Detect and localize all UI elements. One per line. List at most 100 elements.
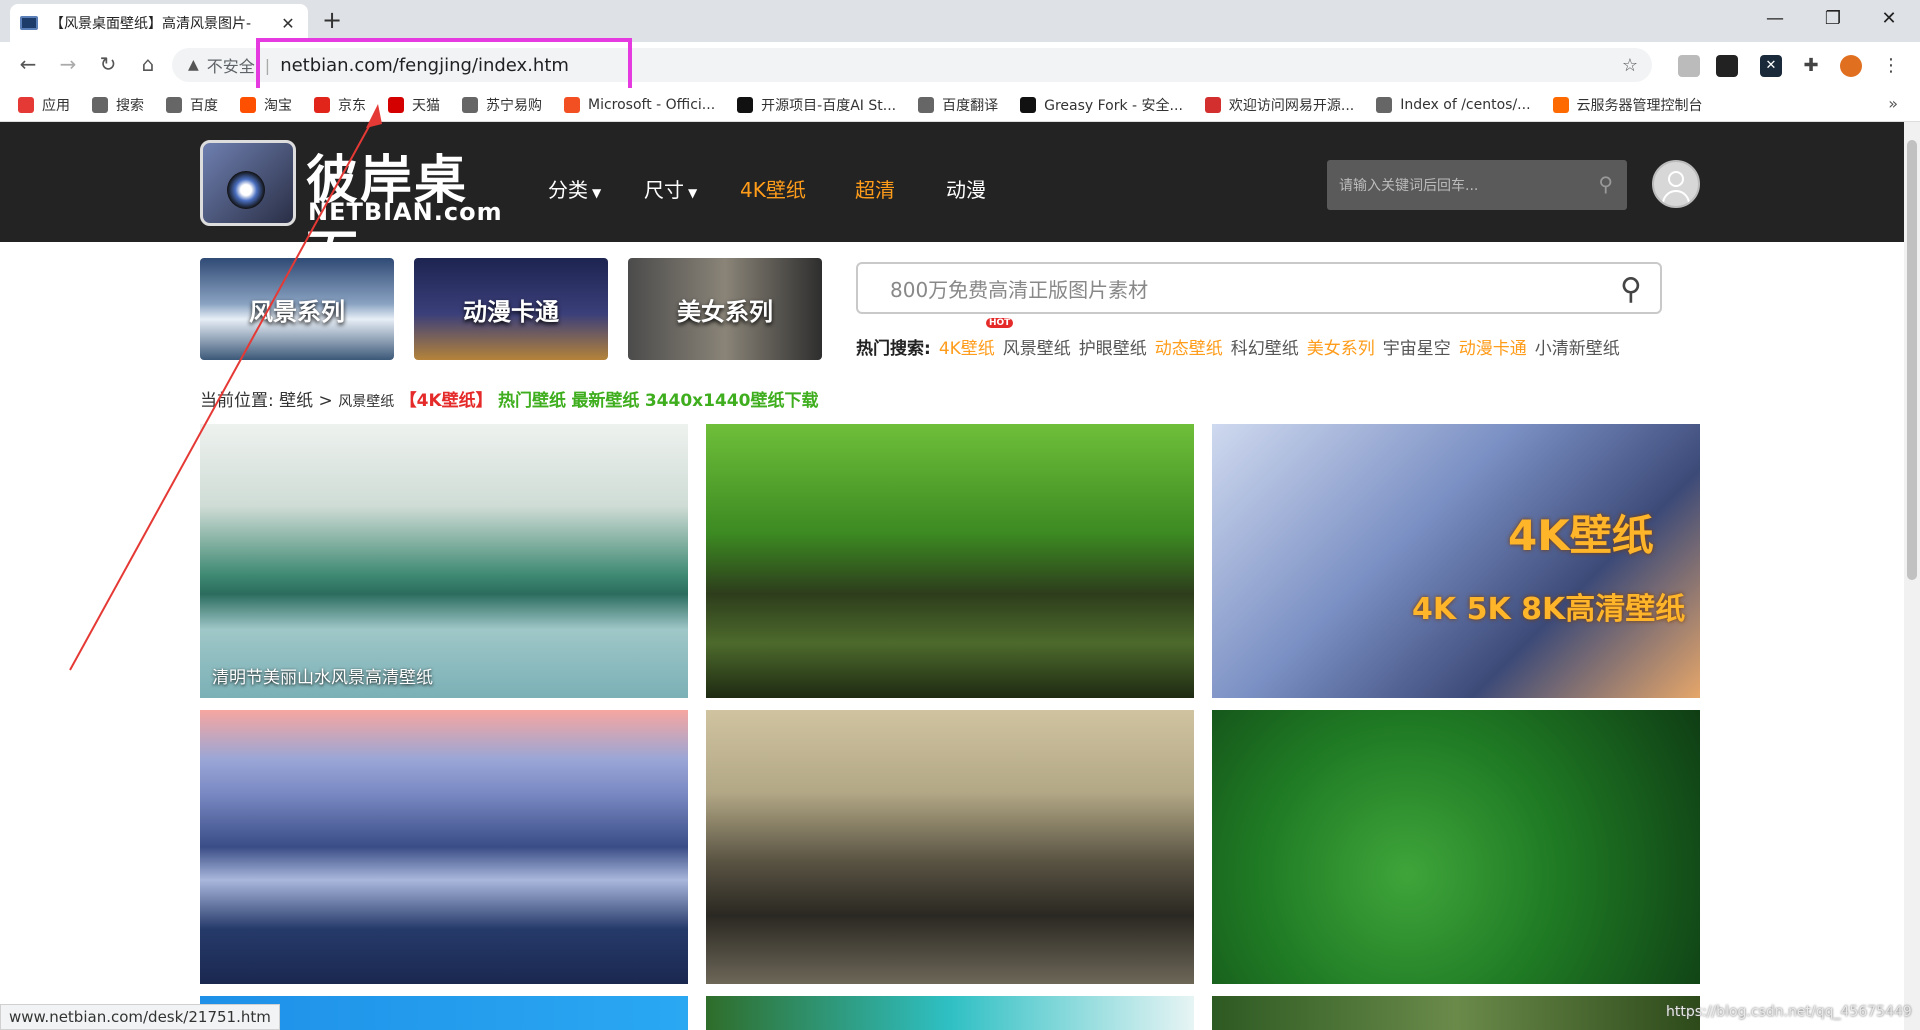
bookmark-item[interactable]: 天猫 bbox=[388, 95, 440, 115]
hot-item[interactable]: 美女系列 bbox=[1307, 334, 1375, 359]
hot-item[interactable]: 风景壁纸 bbox=[1003, 334, 1071, 359]
bookmark-item[interactable]: 百度 bbox=[166, 95, 218, 115]
wallpaper-thumbnail[interactable] bbox=[1212, 710, 1700, 984]
browser-toolbar: ← → ↻ ⌂ ▲ 不安全 | netbian.com/fengjing/ind… bbox=[0, 42, 1920, 88]
bookmark-item[interactable]: 京东 bbox=[314, 95, 366, 115]
home-button[interactable]: ⌂ bbox=[134, 52, 162, 76]
globe-icon bbox=[92, 96, 108, 113]
breadcrumb-wallpaper[interactable]: 壁纸 bbox=[279, 391, 313, 411]
url-text[interactable]: netbian.com/fengjing/index.htm bbox=[280, 55, 569, 76]
bookmark-label: 开源项目-百度AI St... bbox=[761, 97, 897, 114]
hot-search-label: 热门搜索: bbox=[856, 339, 931, 359]
breadcrumb-latest-link[interactable]: 最新壁纸 bbox=[571, 391, 639, 411]
thumbnail-caption: 清明节美丽山水风景高清壁纸 bbox=[212, 668, 433, 688]
nav-category[interactable]: 分类 ▼ bbox=[548, 174, 601, 203]
bookmark-item[interactable]: 百度翻译 bbox=[918, 95, 998, 115]
bookmarks-bar: 应用 搜索 百度 淘宝 京东 天猫 苏宁易购 Microsoft - Offici... 开源项… bbox=[0, 88, 1920, 122]
insecure-label[interactable]: 不安全 bbox=[207, 53, 255, 77]
bookmark-item[interactable]: 欢迎访问网易开源... bbox=[1204, 95, 1354, 115]
bookmark-item[interactable]: 搜索 bbox=[92, 95, 144, 115]
forward-button[interactable]: → bbox=[54, 52, 82, 76]
bookmark-item[interactable]: Microsoft - Offici... bbox=[564, 96, 715, 113]
bookmarks-more-button[interactable]: » bbox=[1888, 94, 1898, 113]
hot-item[interactable]: 科幻壁纸 bbox=[1231, 334, 1299, 359]
wallpaper-thumbnail[interactable] bbox=[706, 424, 1194, 698]
bookmark-item[interactable]: 苏宁易购 bbox=[462, 95, 542, 115]
nav-hd[interactable]: 超清 bbox=[855, 174, 895, 203]
bookmark-item[interactable]: Index of /centos/... bbox=[1376, 96, 1531, 113]
hot-item[interactable]: 动漫卡通 bbox=[1459, 334, 1527, 359]
breadcrumb-4k-link[interactable]: 【4K壁纸】 bbox=[400, 391, 493, 411]
bookmark-item[interactable]: 开源项目-百度AI St... bbox=[737, 95, 896, 115]
site-search-input[interactable]: 请输入关键词后回车... ⚲ bbox=[1327, 160, 1627, 210]
search-icon[interactable]: ⚲ bbox=[1620, 272, 1642, 307]
breadcrumb-hot-link[interactable]: 热门壁纸 bbox=[498, 391, 566, 411]
browser-tab[interactable]: 【风景桌面壁纸】高清风景图片- ✕ bbox=[10, 4, 308, 42]
wallpaper-thumbnail[interactable] bbox=[1212, 996, 1700, 1030]
site-logo[interactable]: 彼岸桌面 NETBIAN.com bbox=[200, 136, 510, 286]
wallpaper-thumbnail[interactable] bbox=[706, 996, 1194, 1030]
taobao-icon bbox=[240, 96, 256, 113]
bookmark-label: 云服务器管理控制台 bbox=[1576, 97, 1703, 114]
logo-english: NETBIAN.com bbox=[308, 198, 503, 226]
user-avatar[interactable] bbox=[1652, 160, 1700, 208]
profile-avatar-icon[interactable] bbox=[1840, 55, 1862, 77]
bookmark-label: 应用 bbox=[42, 97, 70, 114]
globe-icon bbox=[1376, 96, 1393, 113]
browser-tab-bar: 【风景桌面壁纸】高清风景图片- ✕ + — ❐ ✕ bbox=[0, 0, 1920, 42]
nav-anime[interactable]: 动漫 bbox=[946, 174, 986, 203]
bookmark-item[interactable]: 淘宝 bbox=[240, 95, 292, 115]
hot-item[interactable]: 小清新壁纸 bbox=[1535, 334, 1620, 359]
hot-item[interactable]: 动态壁纸 bbox=[1155, 334, 1223, 359]
new-tab-button[interactable]: + bbox=[322, 6, 342, 34]
category-beauty[interactable]: 美女系列 bbox=[628, 258, 822, 360]
scrollbar-thumb[interactable] bbox=[1907, 140, 1917, 580]
bookmark-item[interactable]: 应用 bbox=[18, 95, 70, 115]
breadcrumb: 当前位置: 壁纸 > 风景壁纸 【4K壁纸】 热门壁纸 最新壁纸 3440x14… bbox=[200, 386, 818, 411]
extension-arrow-icon[interactable] bbox=[1678, 55, 1700, 77]
back-button[interactable]: ← bbox=[14, 52, 42, 76]
wallpaper-thumbnail[interactable]: 清明节美丽山水风景高清壁纸 bbox=[200, 424, 688, 698]
hot-item[interactable]: 宇宙星空 bbox=[1383, 334, 1451, 359]
big-search-input[interactable]: 800万免费高清正版图片素材 ⚲ bbox=[856, 262, 1662, 314]
close-window-button[interactable]: ✕ bbox=[1874, 8, 1904, 29]
category-landscape[interactable]: 风景系列 bbox=[200, 258, 394, 360]
user-head-icon bbox=[1668, 171, 1684, 187]
search-icon[interactable]: ⚲ bbox=[1598, 172, 1613, 196]
tab-title: 【风景桌面壁纸】高清风景图片- bbox=[50, 16, 252, 32]
hot-search-row: 热门搜索: HOT 4K壁纸 风景壁纸 护眼壁纸 动态壁纸 科幻壁纸 美女系列 … bbox=[856, 318, 1628, 359]
nav-4k[interactable]: 4K壁纸 bbox=[740, 174, 806, 203]
big-search-placeholder: 800万免费高清正版图片素材 bbox=[890, 277, 1149, 302]
nav-size[interactable]: 尺寸 ▼ bbox=[644, 174, 697, 203]
hot-item[interactable]: 4K壁纸 bbox=[939, 334, 995, 359]
breadcrumb-resolution-link[interactable]: 3440x1440壁纸下载 bbox=[645, 391, 819, 411]
page-scrollbar[interactable] bbox=[1904, 122, 1920, 1030]
extension-x-icon[interactable]: ✕ bbox=[1760, 55, 1782, 77]
wallpaper-thumbnail[interactable]: 4K壁纸 4K 5K 8K高清壁纸 bbox=[1212, 424, 1700, 698]
reload-button[interactable]: ↻ bbox=[94, 52, 122, 76]
bookmark-label: 天猫 bbox=[412, 97, 440, 114]
greasyfork-icon bbox=[1020, 96, 1037, 113]
category-anime[interactable]: 动漫卡通 bbox=[414, 258, 608, 360]
bookmark-label: 搜索 bbox=[116, 97, 144, 114]
extension-tampermonkey-icon[interactable] bbox=[1716, 55, 1738, 77]
bookmark-item[interactable]: 云服务器管理控制台 bbox=[1552, 95, 1703, 115]
wallpaper-thumbnail[interactable] bbox=[706, 710, 1194, 984]
watermark: https://blog.csdn.net/qq_45675449 bbox=[1666, 1004, 1912, 1020]
maximize-button[interactable]: ❐ bbox=[1818, 8, 1848, 29]
breadcrumb-current[interactable]: 风景壁纸 bbox=[338, 394, 394, 410]
bookmark-label: Index of /centos/... bbox=[1400, 96, 1531, 113]
extensions-puzzle-icon[interactable]: ✚ bbox=[1800, 55, 1822, 77]
wallpaper-thumbnail[interactable] bbox=[200, 710, 688, 984]
bookmark-item[interactable]: Greasy Fork - 安全... bbox=[1020, 95, 1183, 115]
address-bar[interactable]: ▲ 不安全 | netbian.com/fengjing/index.htm ☆ bbox=[172, 48, 1652, 82]
ai-icon bbox=[737, 96, 754, 113]
thumbnail-overlay-4k: 4K壁纸 bbox=[1508, 511, 1654, 560]
globe-icon bbox=[918, 96, 935, 113]
minimize-button[interactable]: — bbox=[1760, 8, 1790, 29]
close-tab-icon[interactable]: ✕ bbox=[278, 14, 298, 33]
warning-icon[interactable]: ▲ bbox=[188, 57, 199, 73]
bookmark-star-icon[interactable]: ☆ bbox=[1622, 55, 1638, 76]
browser-menu-icon[interactable]: ⋮ bbox=[1880, 55, 1902, 77]
hot-item[interactable]: 护眼壁纸 bbox=[1079, 334, 1147, 359]
